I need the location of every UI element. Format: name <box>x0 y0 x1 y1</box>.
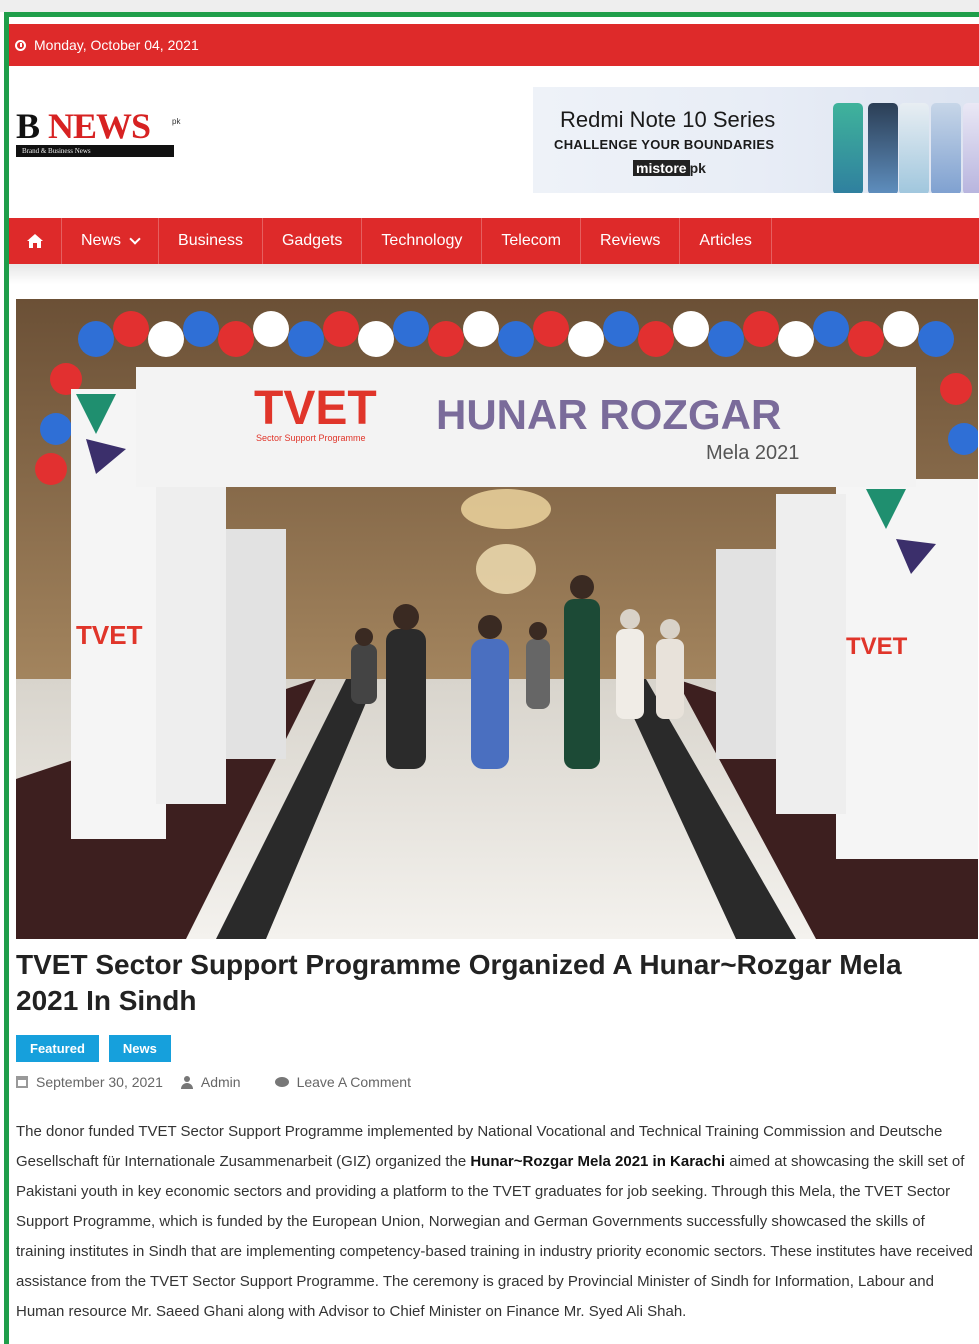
chevron-down-icon <box>129 233 141 245</box>
nav-item-reviews[interactable]: Reviews <box>581 218 681 264</box>
current-date: Monday, October 04, 2021 <box>34 37 199 53</box>
site-logo[interactable]: B NEWS pk Brand & Business News <box>16 105 180 159</box>
article-author[interactable]: Admin <box>201 1074 241 1090</box>
ad-banner[interactable]: Redmi Note 10 Series CHALLENGE YOUR BOUN… <box>533 87 979 193</box>
nav-item-news[interactable]: News <box>62 218 160 264</box>
user-icon <box>180 1075 193 1089</box>
pillar-tvet-text: TVET <box>846 633 908 660</box>
banner-tvet-text: TVET <box>254 382 377 435</box>
banner-tvet-sub: Sector Support Programme <box>256 433 366 443</box>
article-body: The donor funded TVET Sector Support Pro… <box>16 1123 973 1320</box>
calendar-icon <box>16 1076 28 1088</box>
ad-subline: CHALLENGE YOUR BOUNDARIES <box>554 137 775 152</box>
page-frame: Monday, October 04, 2021 B NEWS pk Brand… <box>4 12 979 1344</box>
nav-item-business[interactable]: Business <box>159 218 263 264</box>
logo-letter: B <box>16 106 40 146</box>
nav-item-gadgets[interactable]: Gadgets <box>263 218 363 264</box>
nav-item-telecom[interactable]: Telecom <box>482 218 581 264</box>
phone-image <box>899 103 929 193</box>
comment-icon <box>274 1077 289 1087</box>
featured-image[interactable]: TVET Sector Support Programme HUNAR ROZG… <box>16 299 978 939</box>
nav-shadow <box>9 264 979 284</box>
tag-news[interactable]: News <box>108 1035 171 1062</box>
article-date[interactable]: September 30, 2021 <box>36 1074 163 1090</box>
pillar-tvet-text: TVET <box>76 620 143 650</box>
main-nav: News Business Gadgets Technology Telecom… <box>9 218 979 264</box>
clock-icon <box>15 39 26 51</box>
phone-image <box>868 103 898 193</box>
phone-image <box>963 103 979 193</box>
article-meta: September 30, 2021 Admin Leave A Comment <box>16 1074 411 1090</box>
phone-image <box>833 103 863 193</box>
ad-headline: Redmi Note 10 Series <box>560 107 776 132</box>
banner-mela-text: Mela 2021 <box>706 442 799 464</box>
top-strip <box>0 0 979 12</box>
logo-suffix: pk <box>172 117 181 126</box>
tag-featured[interactable]: Featured <box>16 1035 99 1062</box>
event-photo: TVET Sector Support Programme HUNAR ROZG… <box>16 299 978 939</box>
home-icon <box>27 234 43 248</box>
comment-link[interactable]: Leave A Comment <box>297 1074 411 1090</box>
phone-image <box>931 103 961 193</box>
article-body-bold: Hunar~Rozgar Mela 2021 in Karachi <box>470 1153 726 1170</box>
top-date-bar: Monday, October 04, 2021 <box>9 24 979 66</box>
nav-item-articles[interactable]: Articles <box>680 218 772 264</box>
logo-word: NEWS <box>48 106 151 146</box>
banner-hunar-text: HUNAR ROZGAR <box>436 391 781 438</box>
logo-tagline: Brand & Business News <box>16 145 174 157</box>
home-button[interactable] <box>9 218 62 264</box>
nav-item-technology[interactable]: Technology <box>362 218 483 264</box>
article-title[interactable]: TVET Sector Support Programme Organized … <box>16 947 966 1019</box>
ad-store-logo: mistore pk <box>633 160 706 176</box>
article-tags: Featured News <box>16 1035 171 1062</box>
